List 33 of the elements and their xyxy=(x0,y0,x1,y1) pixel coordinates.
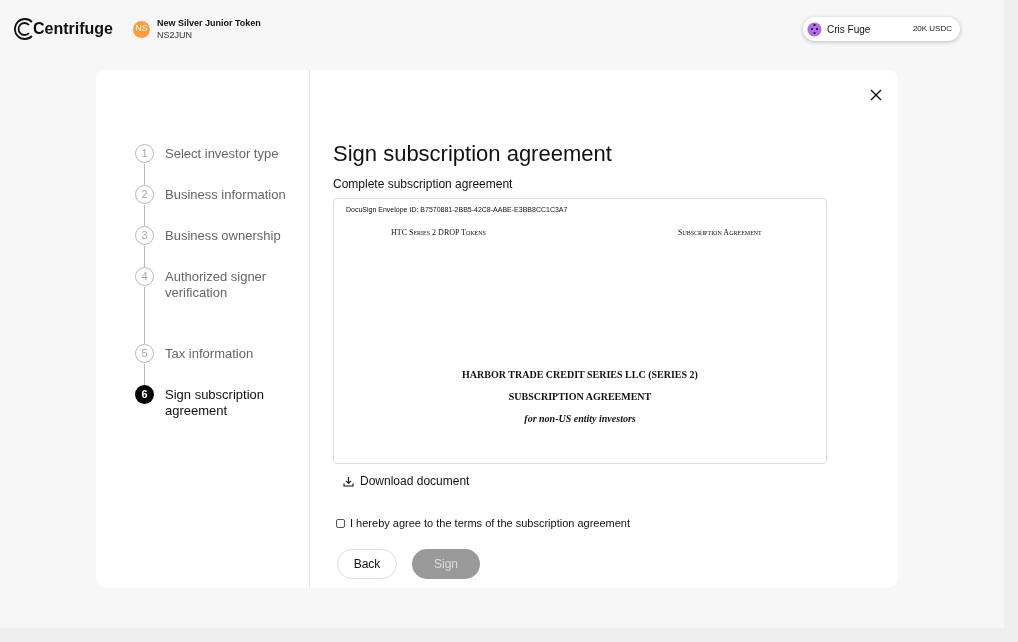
agreement-label: I hereby agree to the terms of the subscription agreement xyxy=(350,516,631,531)
page-title: Sign subscription agreement xyxy=(333,140,613,168)
step-label: Sign subscription agreement xyxy=(165,386,265,419)
action-button[interactable]: Back xyxy=(337,548,397,579)
close-icon[interactable] xyxy=(870,89,882,101)
step-number: 4 xyxy=(135,267,154,286)
account-name: Cris Fuge xyxy=(827,22,871,37)
subtitle: Complete subscription agreement xyxy=(333,176,514,193)
document-note: for non-US entity investors xyxy=(524,412,636,425)
account-balance: 20K USDC xyxy=(912,23,952,35)
download-icon xyxy=(343,475,354,487)
step-label: Business ownership xyxy=(165,227,282,245)
download-link[interactable]: Download document xyxy=(343,472,470,490)
step-number: 5 xyxy=(135,344,154,363)
step-number: 3 xyxy=(135,226,154,245)
document-heading: HARBOR TRADE CREDIT SERIES LLC (SERIES 2) xyxy=(462,368,698,381)
document-header: HTC Series 2 DROP Tokens xyxy=(391,227,486,239)
step-label: Business information xyxy=(165,186,287,204)
step-label: Select investor type xyxy=(165,145,280,163)
token-icon: NS xyxy=(133,20,150,38)
token-name: New Silver Junior Token xyxy=(157,17,261,29)
step-number: 6 xyxy=(135,385,154,404)
document-header: Subscription Agreement xyxy=(678,227,762,239)
checkbox[interactable] xyxy=(336,518,345,528)
logo-text: Centrifuge xyxy=(33,19,113,39)
account-pill[interactable]: Cris Fuge 20K USDC xyxy=(803,17,960,41)
step-number: 1 xyxy=(135,144,154,163)
avatar-icon xyxy=(807,21,822,37)
step-number: 2 xyxy=(135,185,154,204)
document-subheading: SUBSCRIPTION AGREEMENT xyxy=(508,390,652,403)
step-label: Authorized signer verification xyxy=(165,268,268,302)
token-symbol: NS2JUN xyxy=(157,29,193,41)
step-label: Tax information xyxy=(165,345,255,363)
